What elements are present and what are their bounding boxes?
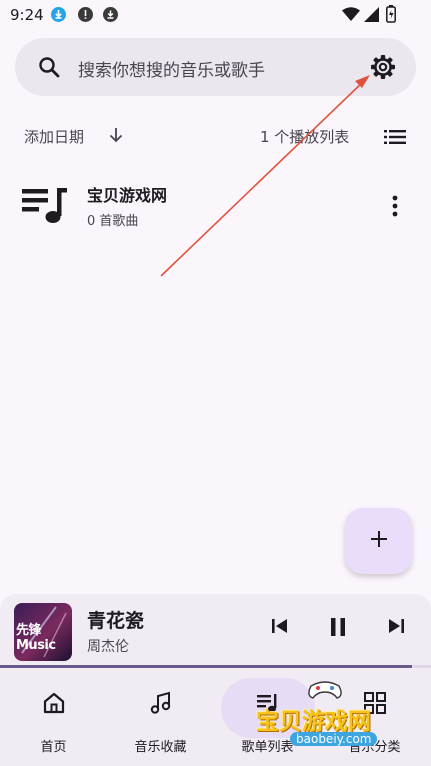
pause-icon[interactable] — [329, 618, 347, 640]
song-title: 青花瓷 — [87, 610, 145, 632]
settings-gear-icon[interactable] — [370, 54, 396, 84]
now-playing-bar[interactable]: 先锋Music 青花瓷 周杰伦 — [0, 594, 431, 668]
search-bar[interactable]: 搜索你想搜的音乐或歌手 — [15, 38, 416, 96]
sort-direction-arrow-icon[interactable] — [108, 126, 124, 148]
music-note-icon — [148, 690, 174, 720]
alert-status-icon — [78, 7, 93, 22]
nav-item-home[interactable]: 首页 — [0, 668, 107, 766]
sort-by-date-button[interactable]: 添加日期 — [24, 126, 84, 147]
sort-bar: 添加日期 1 个播放列表 — [0, 120, 431, 152]
playlist-icon — [255, 690, 281, 720]
search-input[interactable]: 搜索你想搜的音乐或歌手 — [78, 56, 265, 81]
playlist-title: 宝贝游戏网 — [87, 186, 168, 205]
playlist-row[interactable]: 宝贝游戏网 0 首歌曲 — [0, 168, 431, 240]
add-playlist-button[interactable] — [345, 508, 412, 574]
album-cover: 先锋Music — [14, 603, 72, 661]
playlist-song-count: 0 首歌曲 — [87, 214, 139, 229]
wifi-icon — [342, 7, 360, 26]
playlist-music-icon — [20, 186, 68, 230]
song-artist: 周杰伦 — [87, 639, 129, 655]
download-status-icon — [51, 7, 66, 22]
list-view-icon[interactable] — [384, 129, 406, 148]
plus-icon — [369, 529, 389, 553]
nav-label-playlists: 歌单列表 — [241, 740, 294, 755]
nav-label-categories: 音乐分类 — [348, 740, 401, 755]
nav-item-categories[interactable]: 音乐分类 — [321, 668, 428, 766]
status-time: 9:24 — [10, 6, 44, 24]
battery-icon — [386, 5, 396, 27]
nav-item-playlists[interactable]: 歌单列表 — [214, 668, 321, 766]
album-cover-brand: 先锋Music — [16, 623, 56, 653]
nav-label-favorites: 音乐收藏 — [134, 740, 187, 755]
playlist-count: 1 个播放列表 — [260, 128, 350, 146]
nav-item-favorites[interactable]: 音乐收藏 — [107, 668, 214, 766]
signal-icon — [364, 7, 379, 26]
download-done-status-icon — [103, 7, 118, 22]
search-icon — [37, 55, 61, 83]
nav-label-home: 首页 — [40, 740, 67, 755]
more-options-icon[interactable] — [388, 195, 402, 221]
home-icon — [41, 690, 67, 720]
next-track-icon[interactable] — [387, 618, 405, 638]
status-bar: 9:24 — [0, 0, 431, 30]
category-grid-icon — [362, 690, 388, 720]
bottom-navigation: 首页 音乐收藏 歌单列表 音乐分类 — [0, 668, 431, 766]
previous-track-icon[interactable] — [271, 618, 289, 638]
